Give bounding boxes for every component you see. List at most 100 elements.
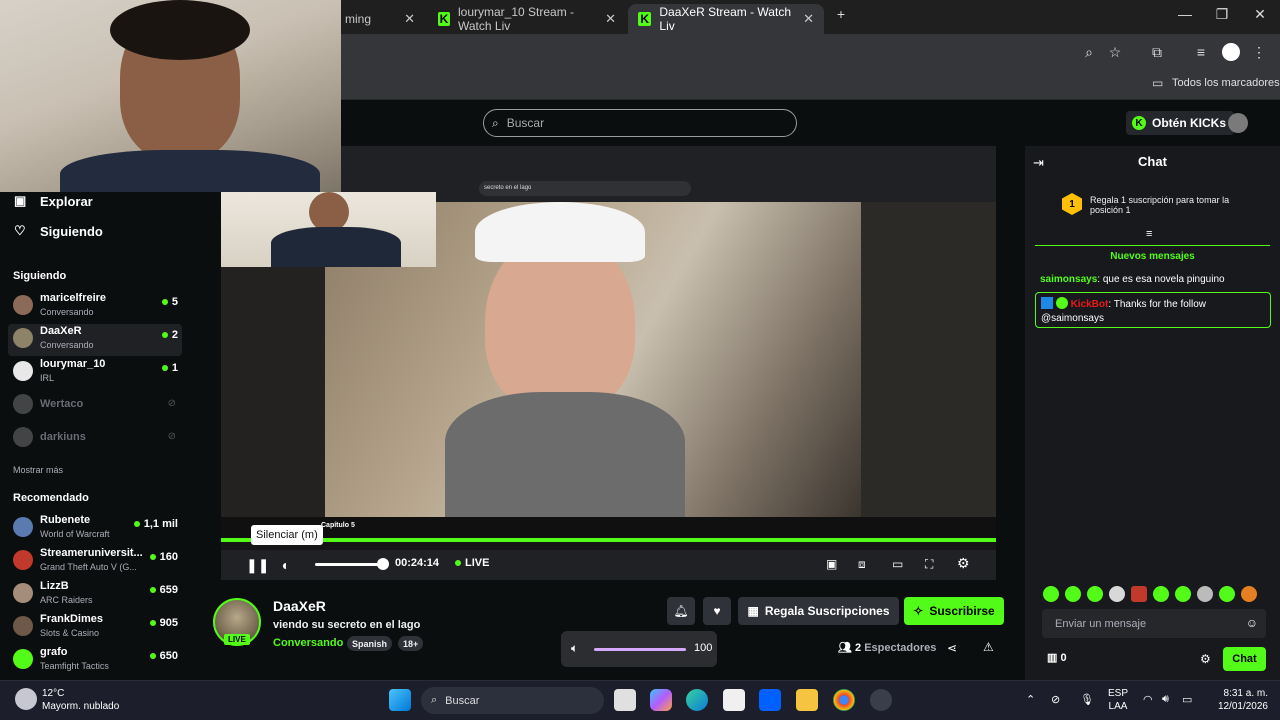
emote-icon[interactable] [1109, 586, 1125, 602]
pause-icon[interactable]: ❚❚ [246, 557, 269, 574]
report-warning-icon[interactable]: ⚠ [983, 640, 994, 654]
clip-icon[interactable]: ⧈ [858, 557, 866, 572]
emoji-picker-icon[interactable]: ☺ [1246, 616, 1258, 630]
sidebar-channel[interactable]: grafo Teamfight Tactics 650 [8, 645, 182, 677]
sidebar-channel-offline[interactable]: Wertaco ⊘ [8, 390, 182, 422]
subscribe-button[interactable]: ✧ Suscribirse [904, 597, 1004, 625]
browser-tab[interactable]: K lourymar_10 Stream - Watch Liv ✕ [428, 4, 626, 34]
close-tab-icon[interactable]: ✕ [803, 11, 814, 27]
notifications-button[interactable]: 🔔︎ [667, 597, 695, 625]
emote-icon[interactable] [1219, 586, 1235, 602]
task-view-icon[interactable] [614, 689, 636, 711]
edge-browser-icon[interactable] [686, 689, 708, 711]
channel-points[interactable]: ▥ 0 [1047, 651, 1067, 664]
sidebar-channel[interactable]: LizzB ARC Raiders 659 [8, 579, 182, 611]
share-icon[interactable]: ⋖ [947, 641, 957, 655]
sidebar-channel[interactable]: Rubenete World of Warcraft 1,1 mil [8, 513, 182, 545]
emote-icon[interactable] [1131, 586, 1147, 602]
follow-button[interactable]: ♥ [703, 597, 731, 625]
new-tab-icon[interactable]: + [826, 6, 856, 22]
menu-kebab-icon[interactable]: ⋮ [1250, 43, 1268, 61]
expand-pinned-icon[interactable]: ≡ [1146, 228, 1152, 240]
network-off-icon[interactable]: ⊘ [1051, 693, 1060, 706]
channel-name: Streameruniversit... [40, 547, 143, 559]
taskbar-clock[interactable]: 8:31 a. m. 12/01/2026 [1212, 687, 1268, 713]
tab-search-icon[interactable]: ≡ [1192, 43, 1210, 61]
pinned-gift-message[interactable]: Regala 1 suscripción para tomar la posic… [1090, 195, 1260, 215]
sidebar-channel-active[interactable]: DaaXeR Conversando 2 [8, 324, 182, 356]
gift-subs-button[interactable]: ▦ Regala Suscripciones [738, 597, 899, 625]
volume-slider-handle[interactable] [377, 558, 389, 570]
stream-category[interactable]: Conversando [273, 637, 343, 649]
close-tab-icon[interactable]: ✕ [605, 11, 616, 27]
emote-icon[interactable] [1241, 586, 1257, 602]
extensions-icon[interactable]: ⧉ [1148, 43, 1166, 61]
taskbar-search[interactable]: ⌕ Buscar [421, 687, 604, 714]
volume-icon[interactable]: ◖ [280, 557, 288, 573]
live-progress-bar[interactable] [221, 538, 996, 542]
chat-username[interactable]: KickBot [1071, 299, 1109, 310]
ms-store-icon[interactable] [723, 689, 745, 711]
chat-send-button[interactable]: Chat [1223, 647, 1266, 671]
emote-icon[interactable] [1087, 586, 1103, 602]
chrome-icon[interactable] [833, 689, 855, 711]
zoom-icon[interactable]: ⌕ [1080, 43, 1098, 61]
emote-icon[interactable] [1175, 586, 1191, 602]
emote-icon[interactable] [1043, 586, 1059, 602]
tag-age[interactable]: 18+ [398, 636, 424, 651]
channel-category: World of Warcraft [40, 529, 110, 539]
obs-icon[interactable] [870, 689, 892, 711]
search-input[interactable]: ⌕ Buscar [483, 109, 797, 137]
weather-cloud-icon[interactable] [15, 688, 37, 710]
all-bookmarks-link[interactable]: Todos los marcadores [1172, 77, 1280, 89]
user-avatar[interactable] [1228, 113, 1248, 133]
chat-username[interactable]: saimonsays [1040, 274, 1097, 285]
nav-explore[interactable]: ▣ Explorar [14, 193, 93, 209]
sidebar-channel[interactable]: Streameruniversit... Grand Theft Auto V … [8, 546, 182, 578]
tag-language[interactable]: Spanish [347, 636, 393, 651]
nav-following[interactable]: ♡ Siguiendo [14, 223, 103, 239]
sidebar-channel-offline[interactable]: darkiuns ⊘ [8, 423, 182, 455]
file-explorer-icon[interactable] [796, 689, 818, 711]
copilot-icon[interactable] [650, 689, 672, 711]
minimize-icon[interactable]: — [1170, 6, 1200, 22]
sidebar: ▣ Explorar ♡ Siguiendo Siguiendo maricel… [0, 146, 190, 680]
chat-message-input[interactable]: Enviar un mensaje ☺ [1042, 609, 1266, 638]
wifi-icon[interactable]: ◠ [1143, 693, 1153, 706]
dropbox-icon[interactable] [759, 689, 781, 711]
system-volume-flyout: 🔈︎ 100 [561, 631, 717, 667]
microphone-icon[interactable]: 🎙︎ [1080, 693, 1094, 706]
browser-tab-active[interactable]: K DaaXeR Stream - Watch Liv ✕ [628, 4, 824, 34]
emote-icon[interactable] [1065, 586, 1081, 602]
fullscreen-icon[interactable]: ⛶ [925, 557, 933, 572]
speaker-icon[interactable]: 🔊︎ [1162, 693, 1169, 706]
streamer-name[interactable]: DaaXeR [273, 598, 326, 614]
show-more-link[interactable]: Mostrar más [13, 465, 63, 475]
new-messages-label[interactable]: Nuevos mensajes [1035, 251, 1270, 262]
settings-gear-icon[interactable]: ⚙ [957, 555, 970, 572]
picture-in-picture-icon[interactable]: ▣ [826, 557, 837, 571]
emote-icon[interactable] [1197, 586, 1213, 602]
channel-name: LizzB [40, 580, 69, 592]
weather-widget[interactable]: 12°C Mayorm. nublado [42, 687, 119, 713]
live-indicator[interactable]: LIVE [455, 557, 489, 569]
volume-level-bar[interactable] [594, 648, 686, 651]
show-hidden-icons-icon[interactable]: ⌃ [1026, 693, 1035, 706]
profile-avatar-icon[interactable] [1222, 43, 1240, 61]
maximize-icon[interactable]: ❐ [1207, 6, 1237, 23]
get-kicks-button[interactable]: K Obtén KICKs [1126, 111, 1235, 135]
browser-tab[interactable]: ming ✕ [335, 4, 425, 34]
sidebar-channel[interactable]: FrankDimes Slots & Casino 905 [8, 612, 182, 644]
windows-start-icon[interactable] [389, 689, 411, 711]
emote-icon[interactable] [1153, 586, 1169, 602]
theater-mode-icon[interactable]: ▭ [892, 557, 903, 571]
sidebar-channel[interactable]: maricelfreire Conversando 5 [8, 291, 182, 323]
keyboard-language[interactable]: ESP LAA [1107, 687, 1129, 713]
close-tab-icon[interactable]: ✕ [404, 11, 415, 27]
sidebar-channel[interactable]: lourymar_10 IRL 1 [8, 357, 182, 389]
volume-slider[interactable] [315, 563, 385, 566]
close-window-icon[interactable]: ✕ [1245, 6, 1275, 23]
battery-icon[interactable]: ▭ [1182, 693, 1192, 706]
bookmark-star-icon[interactable]: ☆ [1106, 43, 1124, 61]
chat-settings-gear-icon[interactable]: ⚙ [1200, 652, 1211, 666]
